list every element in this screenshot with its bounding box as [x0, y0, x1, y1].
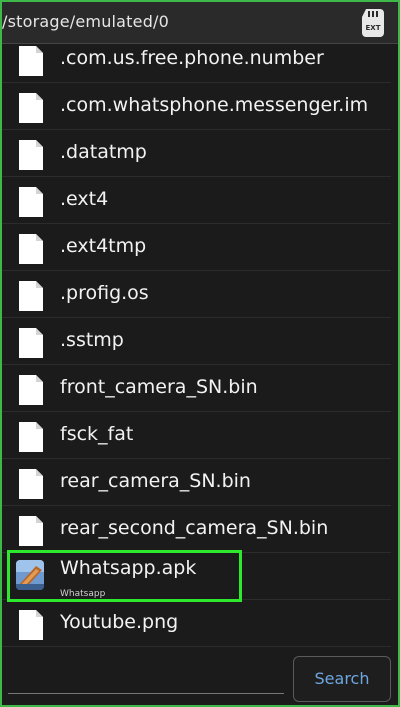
file-row[interactable]: fsck_fat [0, 412, 391, 459]
file-name: .profig.os [60, 282, 149, 304]
file-name: .sstmp [60, 329, 124, 351]
file-name: .ext4 [60, 188, 109, 210]
search-input[interactable] [8, 662, 284, 694]
file-name: fsck_fat [60, 423, 134, 445]
file-icon [19, 516, 43, 546]
file-name: .com.whatsphone.messenger.im [60, 94, 369, 116]
file-icon [19, 140, 43, 170]
file-icon [19, 187, 43, 217]
file-row[interactable]: .sstmp [0, 318, 391, 365]
file-name: front_camera_SN.bin [60, 376, 258, 398]
file-name: rear_second_camera_SN.bin [60, 517, 329, 539]
file-row[interactable]: .ext4 [0, 177, 391, 224]
file-row-whatsapp-apk[interactable]: Whatsapp.apk Whatsapp [0, 553, 391, 600]
file-name: Whatsapp.apk [60, 557, 197, 579]
file-icon [19, 469, 43, 499]
file-name: .ext4tmp [60, 235, 147, 257]
ext-label: EXT [366, 24, 381, 32]
app-label: Whatsapp [60, 589, 106, 599]
file-row[interactable]: Youtube.png [0, 600, 391, 647]
file-row[interactable]: .ext4tmp [0, 224, 391, 271]
file-icon [19, 93, 43, 123]
current-path: /storage/emulated/0 [2, 12, 170, 31]
file-icon [19, 234, 43, 264]
sd-card-icon[interactable]: EXT [360, 8, 386, 38]
file-name: .com.us.free.phone.number [60, 47, 324, 69]
file-icon [19, 46, 43, 76]
file-icon [19, 422, 43, 452]
file-row[interactable]: .datatmp [0, 130, 391, 177]
file-row[interactable]: .com.whatsphone.messenger.im [0, 83, 391, 130]
file-name: Youtube.png [60, 611, 179, 633]
file-icon [19, 328, 43, 358]
file-row[interactable]: rear_second_camera_SN.bin [0, 506, 391, 553]
file-icon [19, 281, 43, 311]
file-icon [19, 610, 43, 640]
search-bar: Search [0, 652, 400, 707]
file-row[interactable]: rear_camera_SN.bin [0, 459, 391, 506]
file-name: .datatmp [60, 141, 147, 163]
search-button[interactable]: Search [293, 656, 391, 702]
file-list[interactable]: .com.us.free.phone.number .com.whatsphon… [0, 36, 400, 647]
file-name: rear_camera_SN.bin [60, 470, 251, 492]
file-row[interactable]: .com.us.free.phone.number [0, 36, 391, 83]
apk-icon [16, 560, 44, 590]
file-icon [19, 375, 43, 405]
file-row[interactable]: .profig.os [0, 271, 391, 318]
file-row[interactable]: front_camera_SN.bin [0, 365, 391, 412]
